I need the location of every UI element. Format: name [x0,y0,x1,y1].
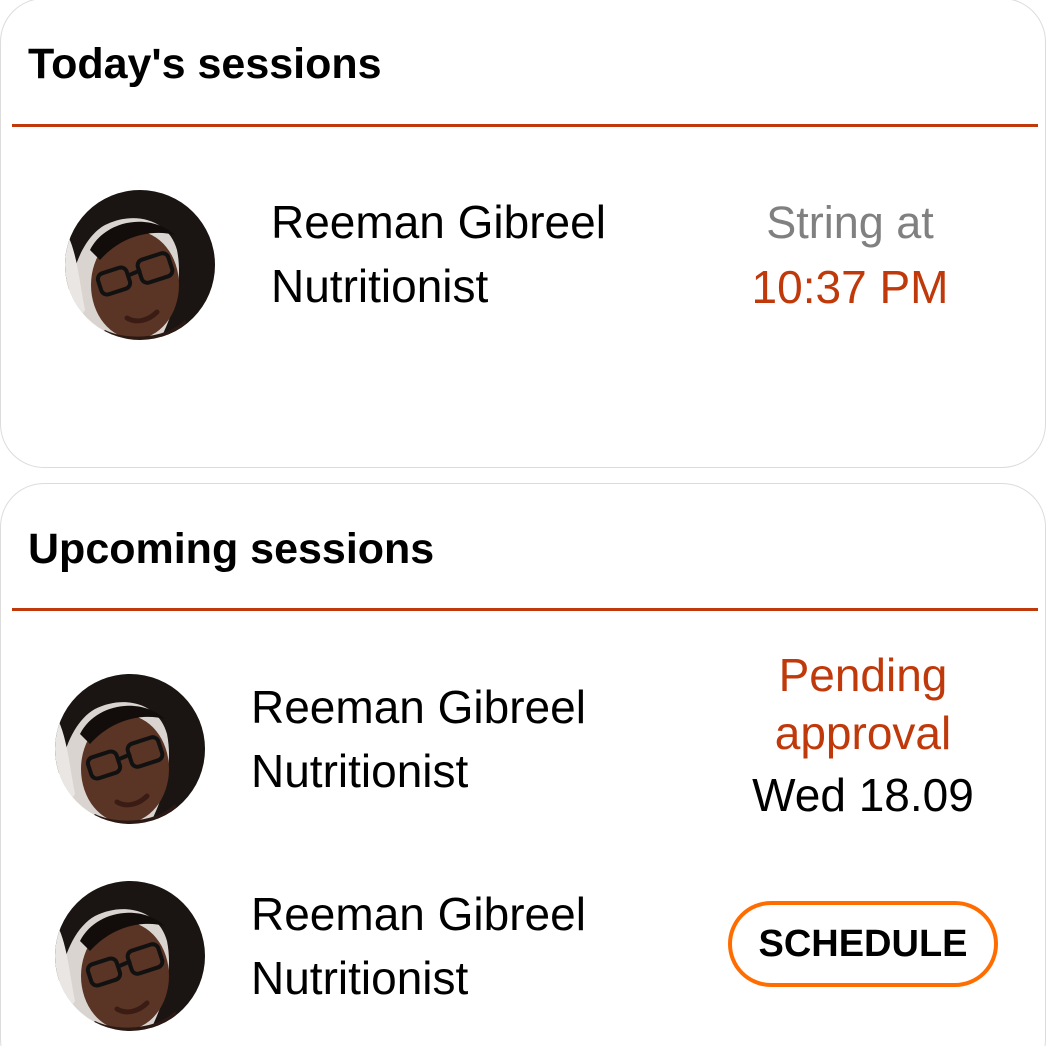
person-role: Nutritionist [271,260,489,312]
session-person: Reeman Gibreel Nutritionist [271,190,606,318]
upcoming-divider [12,608,1038,611]
person-name: Reeman Gibreel [251,681,586,733]
today-divider [12,124,1038,127]
profile-photo-icon [55,881,205,1031]
person-role: Nutritionist [251,952,469,1004]
session-date: Wed 18.09 [752,769,974,821]
person-name: Reeman Gibreel [271,196,606,248]
profile-photo-icon [55,674,205,824]
pending-status-info: Pending approval Wed 18.09 [733,646,993,828]
pending-label: Pending [778,649,948,701]
start-time: 10:37 PM [751,261,949,313]
schedule-button[interactable]: SCHEDULE [728,901,998,987]
session-person: Reeman Gibreel Nutritionist [251,675,586,803]
profile-photo-icon [65,190,215,340]
person-role: Nutritionist [251,745,469,797]
session-start-info: String at 10:37 PM [740,192,960,320]
approval-label: approval [774,707,952,759]
upcoming-sessions-title: Upcoming sessions [28,525,435,573]
session-person: Reeman Gibreel Nutritionist [251,882,586,1010]
today-sessions-title: Today's sessions [28,40,382,88]
start-label: String at [766,197,934,248]
sessions-screen: Today's sessions Reeman Gibreel Nutritio… [0,0,1046,1046]
person-name: Reeman Gibreel [251,888,586,940]
